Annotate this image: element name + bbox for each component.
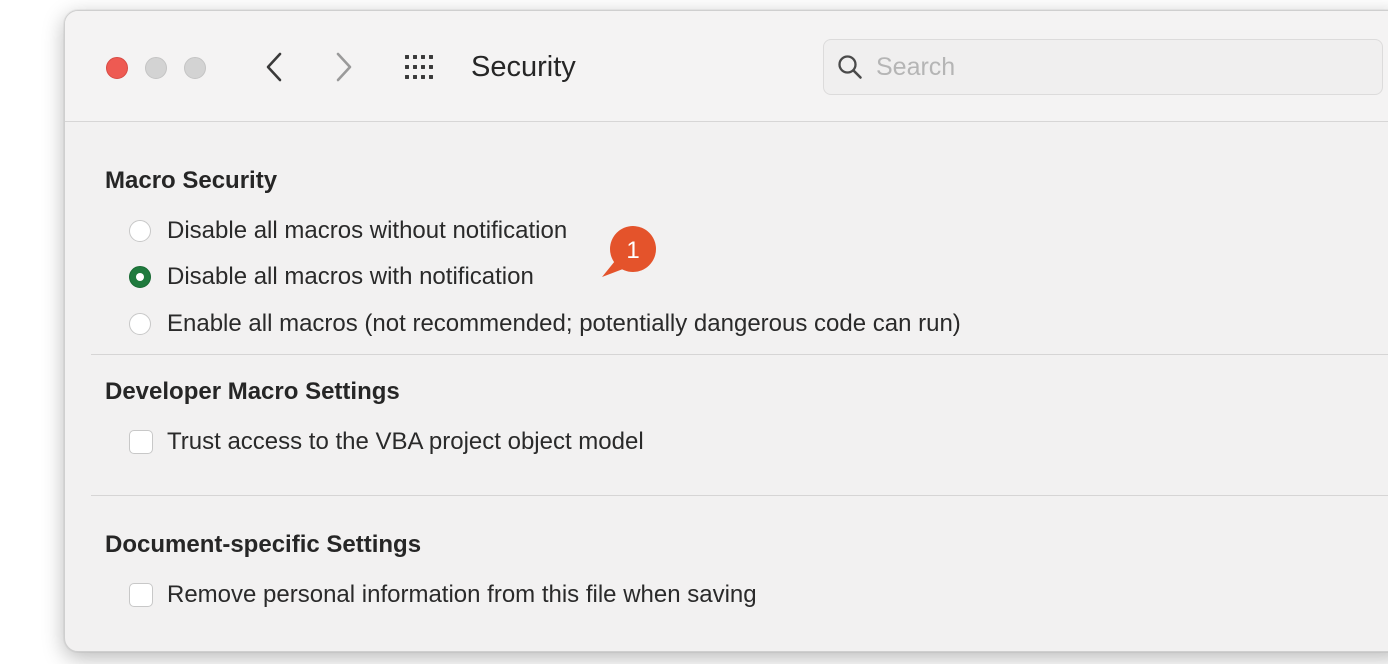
security-preferences-window: Security Macro Security Disable all macr… — [64, 10, 1388, 652]
radio-disable-without-notification[interactable]: Disable all macros without notification — [129, 216, 567, 246]
divider — [91, 354, 1388, 355]
radio-button[interactable] — [129, 313, 151, 335]
window-title: Security — [471, 51, 576, 83]
zoom-window-button[interactable] — [184, 57, 206, 79]
checkbox-label: Remove personal information from this fi… — [167, 581, 757, 608]
radio-enable-all-macros[interactable]: Enable all macros (not recommended; pote… — [129, 309, 961, 339]
developer-macro-settings-heading: Developer Macro Settings — [105, 378, 400, 405]
show-all-button[interactable] — [403, 51, 439, 83]
annotation-badge: 1 — [597, 221, 659, 283]
close-window-button[interactable] — [106, 57, 128, 79]
document-specific-settings-heading: Document-specific Settings — [105, 531, 422, 558]
checkbox-label: Trust access to the VBA project object m… — [167, 428, 644, 455]
radio-button-selected[interactable] — [129, 266, 151, 288]
radio-disable-with-notification[interactable]: Disable all macros with notification — [129, 262, 534, 292]
macro-security-heading: Macro Security — [105, 167, 278, 194]
minimize-window-button[interactable] — [145, 57, 167, 79]
back-button[interactable] — [259, 49, 289, 85]
divider — [91, 495, 1388, 496]
checkbox-remove-personal-info[interactable]: Remove personal information from this fi… — [129, 580, 757, 610]
radio-label: Disable all macros with notification — [167, 263, 534, 290]
checkbox[interactable] — [129, 430, 153, 454]
annotation-number: 1 — [626, 237, 639, 264]
chevron-left-icon — [266, 52, 282, 82]
forward-button[interactable] — [329, 49, 359, 85]
checkbox[interactable] — [129, 583, 153, 607]
grid-icon — [405, 55, 433, 79]
radio-label: Enable all macros (not recommended; pote… — [167, 310, 961, 337]
chevron-right-icon — [336, 52, 352, 82]
search-field[interactable] — [823, 39, 1383, 95]
search-icon — [836, 53, 864, 81]
search-input[interactable] — [874, 51, 1358, 83]
checkbox-trust-vba-access[interactable]: Trust access to the VBA project object m… — [129, 427, 644, 457]
radio-label: Disable all macros without notification — [167, 217, 568, 244]
radio-button[interactable] — [129, 220, 151, 242]
title-bar: Security — [65, 11, 1388, 122]
